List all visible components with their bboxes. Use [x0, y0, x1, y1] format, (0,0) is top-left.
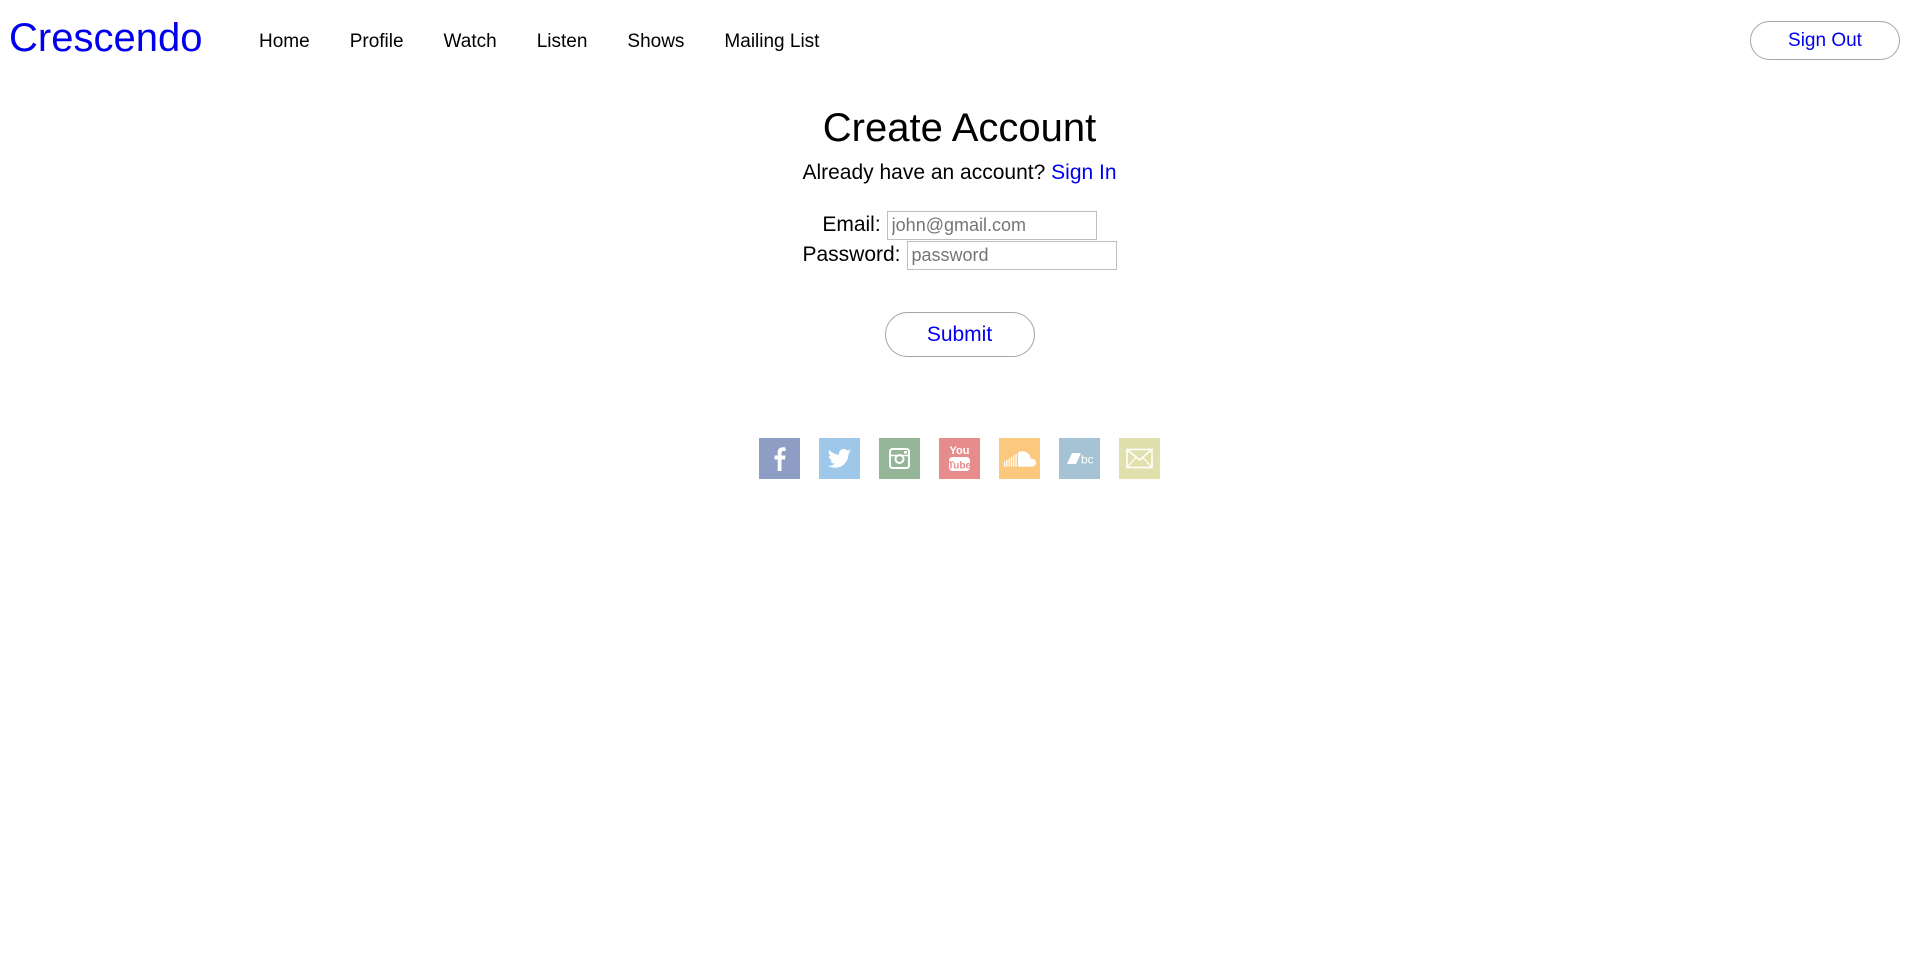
password-label: Password:: [802, 243, 901, 266]
email-icon[interactable]: [1119, 438, 1160, 479]
email-label: Email:: [822, 213, 881, 236]
nav-watch[interactable]: Watch: [444, 28, 497, 56]
create-account-section: Create Account Already have an account? …: [0, 100, 1919, 357]
twitter-icon[interactable]: [819, 438, 860, 479]
email-row: Email:: [0, 210, 1919, 240]
password-row: Password:: [0, 240, 1919, 270]
svg-text:You: You: [950, 445, 970, 457]
nav-profile[interactable]: Profile: [350, 28, 404, 56]
youtube-icon[interactable]: You Tube: [939, 438, 980, 479]
page-title: Create Account: [822, 106, 1097, 150]
facebook-icon[interactable]: [759, 438, 800, 479]
sign-in-prompt: Already have an account? Sign In: [0, 156, 1919, 190]
soundcloud-icon[interactable]: [999, 438, 1040, 479]
sign-in-link[interactable]: Sign In: [1051, 161, 1116, 184]
email-field[interactable]: [886, 210, 1097, 240]
sign-in-prompt-text: Already have an account?: [802, 161, 1046, 184]
brand-logo-link[interactable]: Crescendo: [9, 14, 202, 62]
sign-out-button[interactable]: Sign Out: [1750, 21, 1900, 60]
svg-text:Tube: Tube: [948, 461, 972, 472]
main-nav: Home Profile Watch Listen Shows Mailing …: [259, 28, 859, 56]
nav-home[interactable]: Home: [259, 28, 310, 56]
nav-mailing-list[interactable]: Mailing List: [724, 28, 819, 56]
create-account-form: Email: Password: Submit: [0, 210, 1919, 357]
bandcamp-icon[interactable]: bc: [1059, 438, 1100, 479]
nav-shows[interactable]: Shows: [627, 28, 684, 56]
page: Crescendo Home Profile Watch Listen Show…: [0, 0, 1919, 978]
instagram-icon[interactable]: [879, 438, 920, 479]
submit-button[interactable]: Submit: [884, 312, 1035, 357]
social-links: You Tube bc: [759, 438, 1160, 479]
svg-text:bc: bc: [1081, 453, 1094, 467]
nav-listen[interactable]: Listen: [537, 28, 588, 56]
password-field[interactable]: [906, 240, 1117, 270]
